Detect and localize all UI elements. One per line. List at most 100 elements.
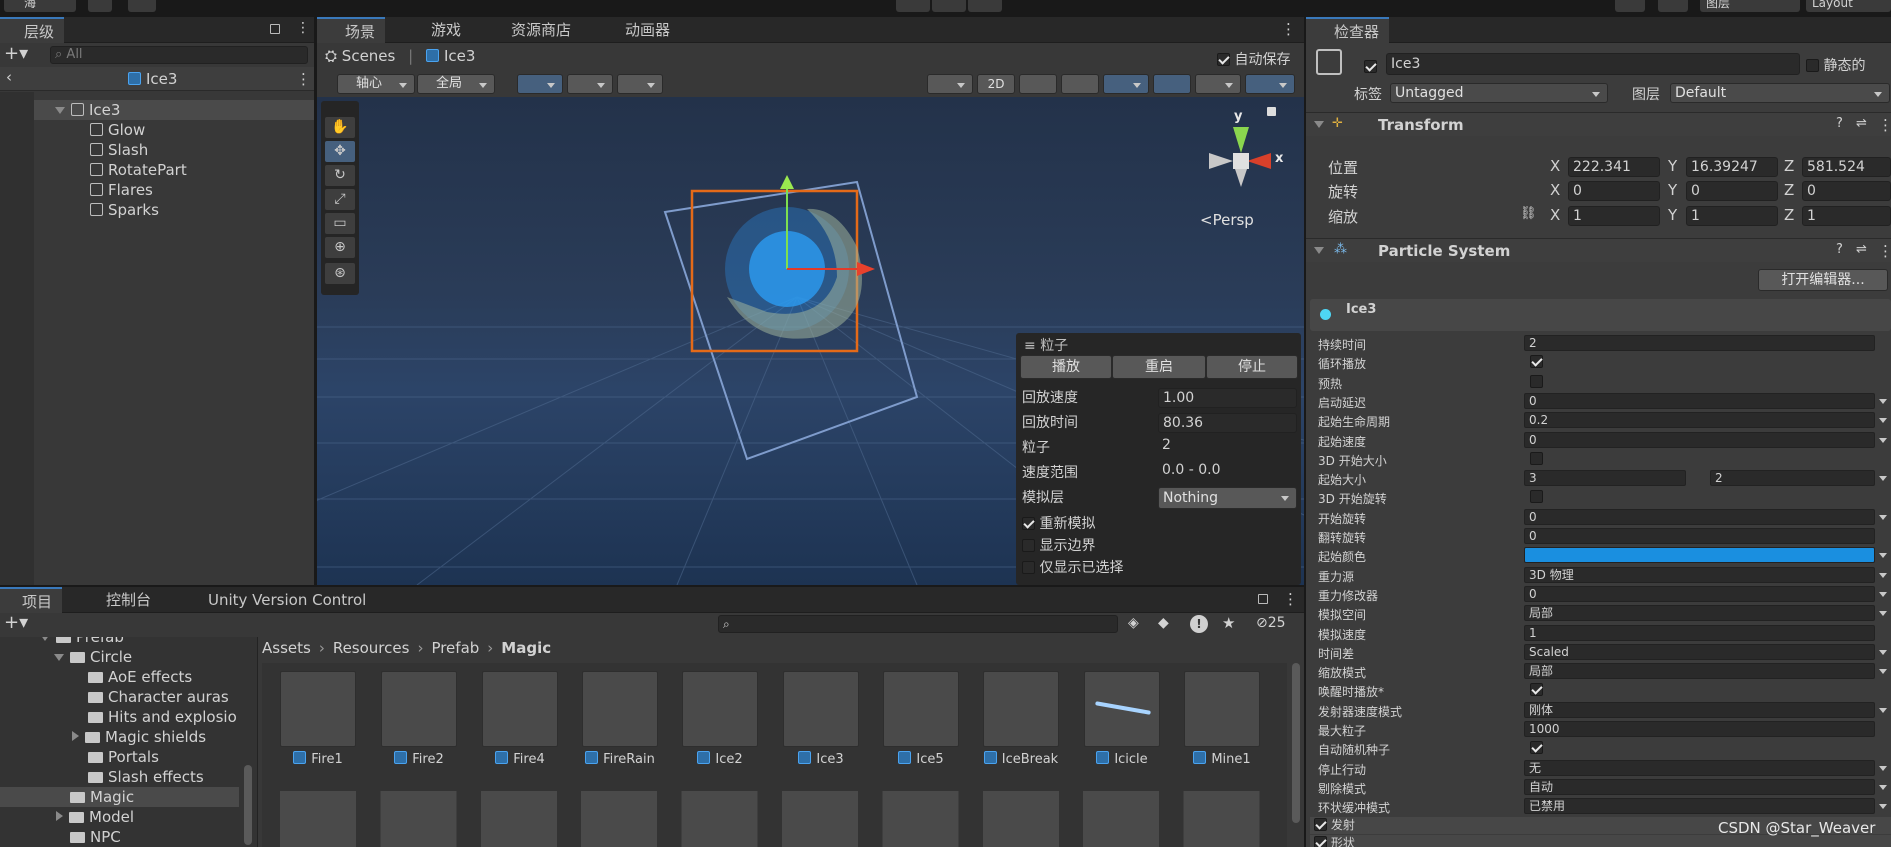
hierarchy-item-ice3[interactable]: Ice3 [0, 100, 314, 120]
pause-button[interactable] [932, 0, 966, 12]
chevron-down-icon[interactable] [1879, 514, 1887, 520]
breadcrumb-magic[interactable]: Magic [501, 639, 551, 657]
static-checkbox[interactable] [1806, 59, 1819, 72]
asset-icebreak[interactable]: IceBreak [983, 671, 1059, 767]
prop-field[interactable]: 0 [1524, 431, 1875, 448]
prop-field[interactable]: 1 [1524, 624, 1875, 641]
rotation-y-field[interactable]: 0 [1686, 181, 1778, 201]
gizmo-y-cone[interactable] [1233, 127, 1249, 153]
hand-tool-icon[interactable]: ✋ [325, 117, 355, 138]
static-toggle[interactable]: 静态的 [1806, 55, 1865, 75]
tab-scene[interactable]: 场景 [317, 17, 386, 43]
more-icon[interactable]: ⋮ [296, 20, 310, 36]
show-bounds-checkbox[interactable] [1022, 539, 1035, 552]
show-selected-checkbox[interactable] [1022, 561, 1035, 574]
gizmos-dropdown[interactable] [1245, 74, 1295, 94]
layers-dropdown[interactable]: 图层 [1700, 0, 1800, 12]
project-lock-icon[interactable] [1258, 594, 1268, 604]
lighting-toggle[interactable] [1019, 74, 1057, 94]
lock-icon[interactable] [270, 24, 280, 34]
overlay-play-button[interactable]: 播放 [1020, 355, 1112, 379]
asset-ice5[interactable]: Ice5 [883, 671, 959, 767]
chevron-down-icon[interactable] [1879, 765, 1887, 771]
particle-system-header[interactable]: ⁂ Particle System ? ⇌ ⋮ [1306, 238, 1891, 262]
chevron-down-icon[interactable] [1879, 784, 1887, 790]
chevron-down-icon[interactable] [1879, 804, 1887, 810]
breadcrumb-resources[interactable]: Resources [333, 639, 410, 657]
2d-toggle[interactable]: 2D [977, 74, 1015, 94]
layout-dropdown[interactable]: Layout [1806, 0, 1891, 12]
persp-label[interactable]: <Persp [1200, 211, 1254, 229]
prop-checkbox[interactable] [1530, 490, 1543, 504]
prop-field[interactable]: 局部 [1524, 663, 1875, 680]
prop-field[interactable]: 2 [1524, 335, 1875, 351]
scale-tool-icon[interactable]: ⤢ [325, 189, 355, 210]
sim-layers-dropdown[interactable]: Nothing [1158, 487, 1297, 509]
history-button[interactable] [1615, 0, 1645, 12]
scene-more-icon[interactable]: ⋮ [1281, 20, 1296, 38]
custom-tool-icon[interactable]: ⊛ [325, 263, 355, 284]
active-checkbox[interactable] [1364, 60, 1377, 73]
tag-dropdown[interactable]: Untagged [1390, 83, 1608, 103]
expand-icon[interactable] [55, 107, 65, 114]
prop-field[interactable]: Scaled [1524, 643, 1875, 660]
project-add-button[interactable]: +▾ [4, 613, 28, 633]
chevron-down-icon[interactable] [1879, 437, 1887, 443]
chevron-down-icon[interactable] [1879, 707, 1887, 713]
rotate-tool-icon[interactable]: ↻ [325, 165, 355, 186]
prop-checkbox[interactable] [1530, 683, 1543, 697]
hierarchy-item-flares[interactable]: Flares [0, 180, 314, 200]
search-top-button[interactable] [1658, 0, 1688, 12]
expand-icon[interactable] [40, 637, 50, 641]
breadcrumb-scenes[interactable]: Scenes [342, 47, 396, 65]
overlay-stop-button[interactable]: 停止 [1206, 355, 1298, 379]
tab-version-control[interactable]: Unity Version Control [180, 587, 376, 613]
transform-tool-icon[interactable]: ⊕ [325, 237, 355, 258]
folder-model[interactable]: Model [0, 807, 257, 827]
chevron-down-icon[interactable] [1879, 398, 1887, 404]
chevron-down-icon[interactable] [1879, 649, 1887, 655]
prop-field[interactable]: 0.2 [1524, 412, 1875, 429]
audio-toggle[interactable] [1061, 74, 1099, 94]
folder-hits[interactable]: Hits and explosio [0, 707, 257, 727]
x-arrow-icon[interactable] [857, 262, 875, 276]
hierarchy-item-sparks[interactable]: Sparks [0, 200, 314, 220]
folder-circle[interactable]: Circle [0, 647, 257, 667]
hidden-packages-icon[interactable]: ⊘25 [1256, 615, 1286, 631]
project-more-icon[interactable]: ⋮ [1283, 590, 1298, 608]
visibility-toggle[interactable] [1153, 74, 1191, 94]
object-name-field[interactable]: Ice3 [1386, 53, 1800, 75]
folder-magic[interactable]: Magic [0, 787, 239, 807]
resimulate-toggle[interactable]: 重新模拟 [1022, 513, 1095, 533]
rect-tool-icon[interactable]: ▭ [325, 213, 355, 234]
prop-field[interactable]: 0 [1524, 528, 1875, 544]
folder-npc[interactable]: NPC [0, 827, 257, 847]
chevron-down-icon[interactable] [1879, 591, 1887, 597]
start-color-swatch[interactable] [1524, 547, 1875, 564]
effects-dropdown[interactable] [1103, 74, 1149, 94]
chevron-down-icon[interactable] [1879, 669, 1887, 675]
overlay-restart-button[interactable]: 重启 [1112, 355, 1206, 379]
cloud-button[interactable] [88, 0, 112, 12]
play-button[interactable] [896, 0, 930, 12]
resimulate-checkbox[interactable] [1022, 517, 1035, 530]
move-tool-icon[interactable]: ✥ [325, 141, 355, 162]
scale-x-field[interactable]: 1 [1568, 206, 1660, 226]
tree-scrollbar[interactable] [244, 765, 252, 845]
folder-portals[interactable]: Portals [0, 747, 257, 767]
autosave-toggle[interactable]: 自动保存 [1217, 49, 1290, 69]
prop-field[interactable]: 0 [1524, 585, 1875, 602]
tab-inspector[interactable]: 检查器 [1306, 17, 1390, 43]
preset-icon[interactable]: ⇌ [1856, 242, 1867, 257]
chevron-down-icon[interactable] [1879, 553, 1887, 559]
asset-icicle[interactable]: Icicle [1084, 671, 1160, 767]
preset-icon[interactable]: ⇌ [1856, 116, 1867, 131]
prop-field[interactable]: 3D 物理 [1524, 566, 1875, 583]
fold-icon[interactable] [1314, 247, 1324, 254]
asset-ice2[interactable]: Ice2 [682, 671, 758, 767]
scale-z-field[interactable]: 1 [1802, 206, 1891, 226]
account-button[interactable]: 海 [4, 0, 76, 12]
playback-speed-field[interactable]: 1.00 [1158, 388, 1297, 408]
show-bounds-toggle[interactable]: 显示边界 [1022, 535, 1095, 555]
prop-field[interactable]: 0 [1524, 508, 1875, 525]
